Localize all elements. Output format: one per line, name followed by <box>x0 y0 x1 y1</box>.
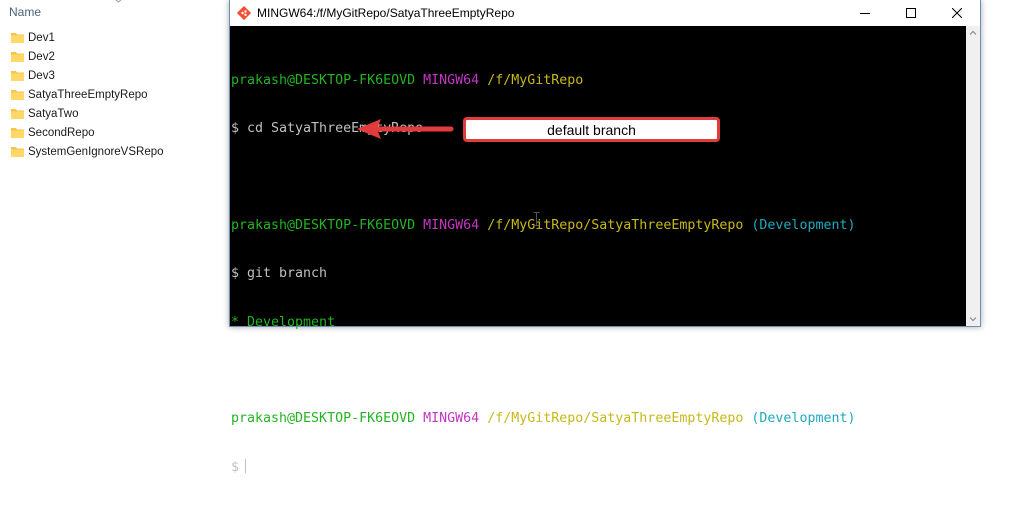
folder-item-dev2[interactable]: Dev2 <box>11 47 164 66</box>
annotation-arrow-icon <box>357 119 454 139</box>
prompt-env: MINGW64 <box>423 411 480 427</box>
folder-label: Dev2 <box>28 50 55 63</box>
prompt-env: MINGW64 <box>423 218 480 234</box>
text-cursor <box>245 459 247 474</box>
file-explorer-pane: Name Dev1 Dev2 Dev3 SatyaThreeEmptyRepo … <box>0 0 228 411</box>
folder-icon <box>11 52 24 62</box>
folder-item-satyathreeemptyrepo[interactable]: SatyaThreeEmptyRepo <box>11 85 164 104</box>
text-cursor-ibeam-icon <box>533 212 540 226</box>
scroll-up-icon[interactable] <box>966 26 980 40</box>
terminal-output[interactable]: prakash@DESKTOP-FK6EOVD MINGW64 /f/MyGit… <box>230 26 966 475</box>
folder-item-dev1[interactable]: Dev1 <box>11 28 164 47</box>
folder-label: Dev1 <box>28 31 55 44</box>
folder-label: SatyaThreeEmptyRepo <box>28 88 148 101</box>
window-title: MINGW64:/f/MyGitRepo/SatyaThreeEmptyRepo <box>257 6 515 20</box>
prompt-line-3: prakash@DESKTOP-FK6EOVD MINGW64 /f/MyGit… <box>230 411 966 427</box>
folder-icon <box>11 128 24 138</box>
prompt-line-2: prakash@DESKTOP-FK6EOVD MINGW64 /f/MyGit… <box>230 218 966 234</box>
folder-item-systemgenignorevsrepo[interactable]: SystemGenIgnoreVSRepo <box>11 142 164 161</box>
sort-caret-icon <box>115 0 122 3</box>
folder-icon <box>11 33 24 43</box>
folder-label: SecondRepo <box>28 126 95 139</box>
current-prompt: $ <box>231 460 240 476</box>
prompt-branch: (Development) <box>751 411 856 427</box>
prompt-path: /f/MyGitRepo/SatyaThreeEmptyRepo <box>487 411 744 427</box>
command-line-2: $ git branch <box>231 266 328 282</box>
maximize-button[interactable] <box>888 0 934 26</box>
folder-icon <box>11 147 24 157</box>
prompt-branch: (Development) <box>751 218 856 234</box>
prompt-path: /f/MyGitRepo <box>487 73 584 89</box>
folder-label: Dev3 <box>28 69 55 82</box>
terminal-window[interactable]: MINGW64:/f/MyGitRepo/SatyaThreeEmptyRepo… <box>229 0 981 475</box>
folder-icon <box>11 109 24 119</box>
folder-item-satyatwo[interactable]: SatyaTwo <box>11 104 164 123</box>
prompt-user: prakash@DESKTOP-FK6EOVD <box>231 73 416 89</box>
prompt-line-1: prakash@DESKTOP-FK6EOVD MINGW64 /f/MyGit… <box>230 73 966 89</box>
annotation-label: default branch <box>547 121 636 138</box>
prompt-user: prakash@DESKTOP-FK6EOVD <box>231 218 416 234</box>
annotation-callout: default branch <box>463 117 720 142</box>
maximize-icon <box>906 8 916 18</box>
prompt-user: prakash@DESKTOP-FK6EOVD <box>231 411 416 427</box>
title-bar[interactable]: MINGW64:/f/MyGitRepo/SatyaThreeEmptyRepo <box>230 0 980 26</box>
folder-icon <box>11 71 24 81</box>
folder-icon <box>11 90 24 100</box>
folder-item-secondrepo[interactable]: SecondRepo <box>11 123 164 142</box>
close-button[interactable] <box>934 0 980 26</box>
minimize-icon <box>860 13 870 14</box>
name-column-header[interactable]: Name <box>9 5 41 19</box>
prompt-path: /f/MyGitRepo/SatyaThreeEmptyRepo <box>487 218 744 234</box>
git-bash-icon <box>237 6 251 20</box>
scroll-down-icon[interactable] <box>966 312 980 326</box>
folder-list: Dev1 Dev2 Dev3 SatyaThreeEmptyRepo Satya… <box>11 28 164 161</box>
folder-item-dev3[interactable]: Dev3 <box>11 66 164 85</box>
close-icon <box>952 8 962 18</box>
minimize-button[interactable] <box>842 0 888 26</box>
folder-label: SatyaTwo <box>28 107 79 120</box>
vertical-scrollbar[interactable] <box>966 26 980 326</box>
prompt-env: MINGW64 <box>423 73 480 89</box>
folder-label: SystemGenIgnoreVSRepo <box>28 145 164 158</box>
current-prompt-line[interactable]: $ <box>230 459 966 475</box>
branch-output: * Development <box>231 314 336 330</box>
